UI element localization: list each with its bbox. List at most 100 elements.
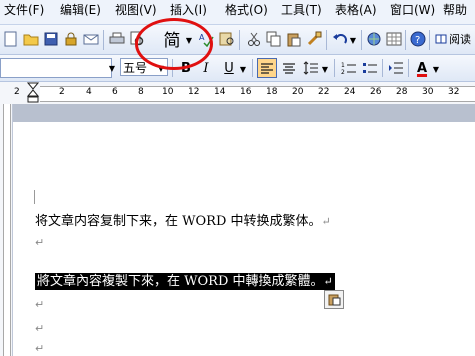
paragraph-mark: ↵ bbox=[35, 322, 45, 335]
paste-icon[interactable] bbox=[285, 30, 303, 48]
font-name-select[interactable] bbox=[0, 58, 112, 78]
paragraph-mark: ↵ bbox=[35, 298, 45, 311]
new-document-icon[interactable] bbox=[2, 30, 20, 48]
simplified-text-line[interactable]: 将文章内容复制下来，在 WORD 中转换成繁体。↵ bbox=[35, 210, 331, 229]
simplified-text: 将文章内容复制下来，在 WORD 中转换成繁体。 bbox=[35, 214, 322, 229]
ruler-tick: 4 bbox=[86, 87, 92, 97]
increase-indent-button[interactable] bbox=[387, 59, 405, 77]
bulleted-list-icon bbox=[363, 63, 377, 73]
formatting-toolbar: ▼ 五号 ▼ B I U ▼ ▼ 12 A ▼ bbox=[0, 55, 475, 82]
horizontal-ruler[interactable]: 2 2 4 6 8 10 12 14 16 18 20 22 24 26 28 … bbox=[0, 82, 475, 105]
clipboard-icon bbox=[328, 294, 340, 306]
svg-text:2: 2 bbox=[341, 69, 345, 75]
chevron-down-icon[interactable]: ▼ bbox=[106, 59, 118, 77]
line-spacing-button[interactable] bbox=[302, 59, 320, 77]
menu-file[interactable]: 文件(F) bbox=[4, 0, 44, 22]
svg-text:1: 1 bbox=[341, 62, 345, 69]
ruler-tick: 26 bbox=[370, 87, 382, 97]
paragraph-mark: ↵ bbox=[35, 342, 45, 355]
vertical-ruler-strip bbox=[3, 104, 11, 356]
permission-icon[interactable] bbox=[62, 30, 80, 48]
cut-icon[interactable] bbox=[245, 30, 263, 48]
menu-help[interactable]: 帮助 bbox=[443, 0, 467, 22]
format-painter-icon[interactable] bbox=[305, 30, 323, 48]
ruler-tick: 22 bbox=[318, 87, 330, 97]
menu-edit[interactable]: 编辑(E) bbox=[60, 0, 101, 22]
toolbar-separator bbox=[326, 30, 327, 50]
indent-marker-icon[interactable] bbox=[27, 82, 39, 104]
indent-icon bbox=[389, 62, 403, 74]
chevron-down-icon[interactable]: ▼ bbox=[320, 60, 330, 78]
ruler-tick: 32 bbox=[448, 87, 460, 97]
ruler-tick: 20 bbox=[292, 87, 304, 97]
line-spacing-icon bbox=[303, 61, 318, 75]
ruler-tick: 24 bbox=[344, 87, 356, 97]
highlight-circle bbox=[135, 18, 213, 70]
ruler-tick: 12 bbox=[188, 87, 200, 97]
ruler-tick: 28 bbox=[396, 87, 408, 97]
toolbar-separator bbox=[103, 30, 104, 50]
menu-bar: 文件(F) 编辑(E) 视图(V) 插入(I) 格式(O) 工具(T) 表格(A… bbox=[0, 0, 475, 25]
standard-toolbar: 简 ▼ A ▼ ? 阅读 bbox=[0, 25, 475, 55]
toolbar-separator bbox=[334, 59, 335, 77]
align-center-button[interactable] bbox=[280, 59, 298, 77]
ruler-tick: 2 bbox=[59, 87, 65, 97]
chevron-down-icon[interactable]: ▼ bbox=[348, 31, 358, 49]
toolbar-separator bbox=[361, 30, 362, 50]
page-gap bbox=[13, 104, 475, 122]
toolbar-separator bbox=[408, 59, 409, 77]
research-icon[interactable] bbox=[218, 30, 236, 48]
paragraph-mark: ↵ bbox=[321, 215, 331, 228]
justify-left-button[interactable] bbox=[257, 58, 277, 78]
menu-tools[interactable]: 工具(T) bbox=[281, 0, 322, 22]
chevron-down-icon[interactable]: ▼ bbox=[238, 60, 248, 78]
numbered-list-icon: 12 bbox=[341, 62, 356, 75]
menu-window[interactable]: 窗口(W) bbox=[390, 0, 435, 22]
menu-view[interactable]: 视图(V) bbox=[115, 0, 157, 22]
bullets-button[interactable] bbox=[361, 59, 379, 77]
vertical-ruler[interactable] bbox=[0, 104, 13, 356]
reading-layout-label: 阅读 bbox=[449, 33, 471, 46]
ruler-tick: 30 bbox=[422, 87, 434, 97]
paragraph-mark: ↵ bbox=[35, 236, 45, 249]
traditional-text: 將文章內容複製下來，在 WORD 中轉換成繁體。 bbox=[37, 274, 324, 289]
text-boundary-mark bbox=[34, 190, 35, 204]
ruler-tick: 2 bbox=[14, 87, 20, 97]
toolbar-separator bbox=[429, 30, 430, 50]
align-left-icon bbox=[261, 63, 273, 74]
print-icon[interactable] bbox=[108, 30, 126, 48]
font-color-button[interactable]: A bbox=[413, 59, 431, 77]
paste-options-button[interactable] bbox=[324, 290, 344, 309]
open-folder-icon[interactable] bbox=[22, 30, 40, 48]
svg-text:?: ? bbox=[415, 35, 420, 46]
email-icon[interactable] bbox=[82, 30, 100, 48]
undo-icon[interactable] bbox=[331, 30, 349, 48]
help-icon[interactable]: ? bbox=[409, 30, 427, 48]
toolbar-separator bbox=[239, 30, 240, 50]
chevron-down-icon[interactable]: ▼ bbox=[431, 60, 441, 78]
ruler-tick: 18 bbox=[266, 87, 278, 97]
save-icon[interactable] bbox=[42, 30, 60, 48]
copy-icon[interactable] bbox=[265, 30, 283, 48]
ruler-tick: 6 bbox=[112, 87, 118, 97]
traditional-text-line[interactable]: 將文章內容複製下來，在 WORD 中轉換成繁體。↵ bbox=[35, 270, 335, 290]
document-page[interactable] bbox=[13, 104, 475, 356]
reading-layout-button[interactable]: 阅读 bbox=[432, 30, 474, 48]
ruler-tick: 8 bbox=[138, 87, 144, 97]
align-center-icon bbox=[283, 63, 295, 74]
toolbar-separator bbox=[405, 30, 406, 50]
ruler-strip bbox=[40, 86, 475, 102]
ruler-tick: 14 bbox=[214, 87, 226, 97]
menu-table[interactable]: 表格(A) bbox=[335, 0, 377, 22]
numbering-button[interactable]: 12 bbox=[340, 59, 358, 77]
selected-traditional-text[interactable]: 將文章內容複製下來，在 WORD 中轉換成繁體。↵ bbox=[35, 273, 335, 290]
paragraph-mark: ↵ bbox=[323, 275, 333, 288]
underline-button[interactable]: U bbox=[220, 59, 238, 77]
menu-format[interactable]: 格式(O) bbox=[225, 0, 268, 22]
insert-hyperlink-icon[interactable] bbox=[365, 30, 383, 48]
toolbar-separator bbox=[252, 59, 253, 77]
ruler-tick: 16 bbox=[240, 87, 252, 97]
tables-borders-icon[interactable] bbox=[385, 30, 403, 48]
book-icon bbox=[435, 34, 447, 44]
ruler-tick: 10 bbox=[162, 87, 174, 97]
